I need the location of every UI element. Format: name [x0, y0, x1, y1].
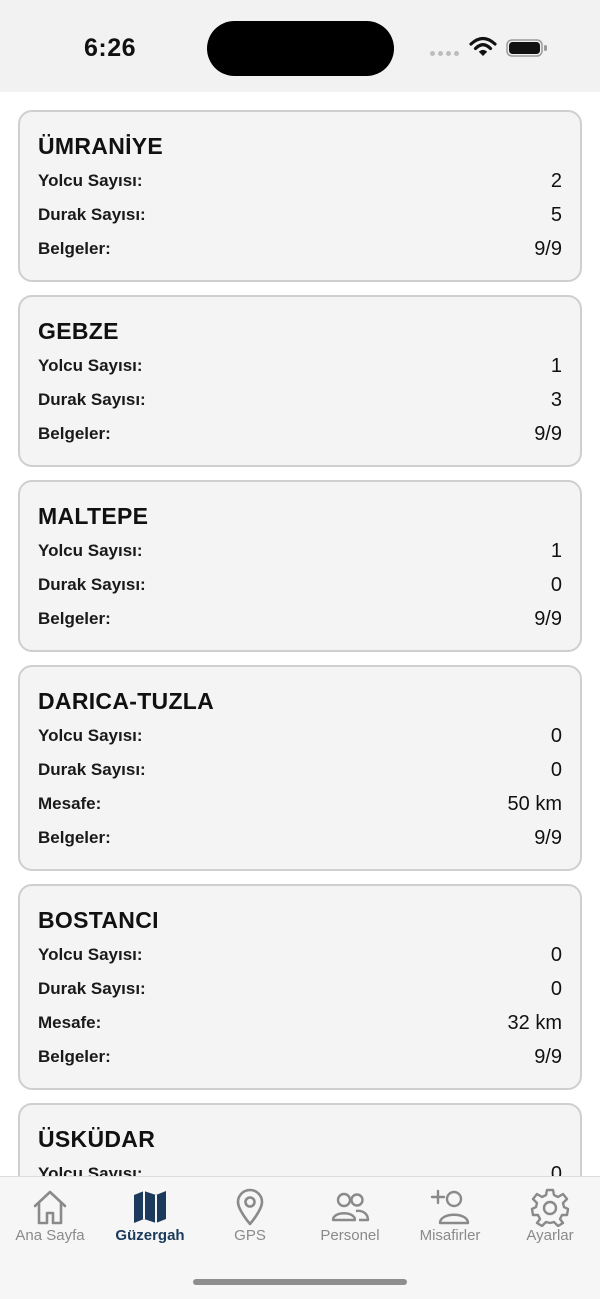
tab-label: Ana Sayfa — [15, 1227, 85, 1244]
detail-value: 9/9 — [534, 1045, 562, 1068]
route-detail-row: Yolcu Sayısı: 0 — [38, 1157, 562, 1177]
route-detail-row: Yolcu Sayısı: 1 — [38, 349, 562, 383]
detail-label: Belgeler: — [38, 239, 111, 258]
detail-label: Belgeler: — [38, 1047, 111, 1066]
detail-label: Yolcu Sayısı: — [38, 541, 143, 560]
detail-label: Durak Sayısı: — [38, 205, 146, 224]
detail-value: 9/9 — [534, 826, 562, 849]
route-name: DARICA-TUZLA — [38, 688, 215, 714]
detail-label: Durak Sayısı: — [38, 390, 146, 409]
route-list-scroll[interactable]: ÜMRANİYE Yolcu Sayısı: 2 Durak Sayısı: 5 Belg… — [0, 92, 600, 1176]
detail-value: 9/9 — [534, 422, 562, 445]
route-detail-row: Belgeler: 9/9 — [38, 1040, 562, 1074]
detail-value: 50 km — [507, 792, 562, 815]
route-detail-row: Mesafe: 50 km — [38, 787, 562, 821]
detail-label: Yolcu Sayısı: — [38, 356, 143, 375]
wifi-icon — [469, 36, 497, 56]
route-card[interactable]: DARICA-TUZLA Yolcu Sayısı: 0 Durak Sayısı: 0… — [18, 665, 582, 871]
route-name: GEBZE — [38, 318, 119, 344]
detail-value: 0 — [550, 758, 562, 781]
detail-label: Belgeler: — [38, 828, 111, 847]
route-detail-row: Yolcu Sayısı: 1 — [38, 534, 562, 568]
route-name: ÜSKÜDAR — [38, 1126, 156, 1152]
detail-label: Yolcu Sayısı: — [38, 1164, 143, 1176]
detail-value: 0 — [550, 1162, 562, 1177]
cellular-signal-icon — [430, 50, 460, 58]
route-detail-row: Yolcu Sayısı: 0 — [38, 938, 562, 972]
home-icon — [33, 1190, 67, 1225]
route-card[interactable]: ÜSKÜDAR Yolcu Sayısı: 0 — [18, 1103, 582, 1176]
location-pin-icon — [236, 1188, 264, 1226]
tab-location-pin[interactable]: GPS — [200, 1177, 300, 1257]
route-detail-row: Mesafe: 32 km — [38, 1006, 562, 1040]
route-card[interactable]: ÜMRANİYE Yolcu Sayısı: 2 Durak Sayısı: 5 Belg… — [18, 110, 582, 282]
route-detail-row: Durak Sayısı: 5 — [38, 198, 562, 232]
detail-value: 1 — [550, 354, 562, 377]
detail-value: 0 — [550, 724, 562, 747]
tab-map[interactable]: Güzergah — [100, 1177, 200, 1257]
tab-label: Güzergah — [115, 1227, 185, 1244]
tab-gear[interactable]: Ayarlar — [500, 1177, 600, 1257]
route-detail-row: Belgeler: 9/9 — [38, 232, 562, 266]
detail-value: 3 — [550, 388, 562, 411]
detail-label: Yolcu Sayısı: — [38, 726, 143, 745]
route-detail-row: Belgeler: 9/9 — [38, 821, 562, 855]
detail-value: 9/9 — [534, 607, 562, 630]
home-indicator[interactable] — [193, 1279, 407, 1285]
battery-icon — [506, 39, 547, 57]
tab-label: GPS — [234, 1227, 266, 1244]
route-detail-row: Belgeler: 9/9 — [38, 602, 562, 636]
tab-label: Ayarlar — [526, 1227, 574, 1244]
detail-label: Belgeler: — [38, 609, 111, 628]
route-card[interactable]: MALTEPE Yolcu Sayısı: 1 Durak Sayısı: 0 Belge… — [18, 480, 582, 652]
route-detail-row: Yolcu Sayısı: 2 — [38, 164, 562, 198]
detail-label: Yolcu Sayısı: — [38, 945, 143, 964]
add-person-icon — [430, 1189, 470, 1225]
route-detail-row: Belgeler: 9/9 — [38, 417, 562, 451]
gear-icon — [530, 1188, 570, 1227]
route-name: BOSTANCI — [38, 907, 159, 933]
detail-label: Mesafe: — [38, 794, 102, 813]
route-detail-row: Durak Sayısı: 3 — [38, 383, 562, 417]
route-detail-row: Durak Sayısı: 0 — [38, 972, 562, 1006]
map-icon — [134, 1191, 166, 1223]
tab-people[interactable]: Personel — [300, 1177, 400, 1257]
status-bar: 6:26 — [0, 0, 600, 92]
detail-value: 9/9 — [534, 237, 562, 260]
detail-label: Durak Sayısı: — [38, 760, 146, 779]
detail-value: 0 — [550, 943, 562, 966]
route-detail-row: Durak Sayısı: 0 — [38, 753, 562, 787]
detail-value: 5 — [550, 203, 562, 226]
status-time: 6:26 — [84, 34, 137, 62]
detail-value: 0 — [550, 573, 562, 596]
route-name: MALTEPE — [38, 503, 149, 529]
route-name: ÜMRANİYE — [38, 133, 164, 159]
people-icon — [331, 1192, 370, 1222]
route-detail-row: Durak Sayısı: 0 — [38, 568, 562, 602]
tab-label: Personel — [320, 1227, 380, 1244]
route-card[interactable]: BOSTANCI Yolcu Sayısı: 0 Durak Sayısı: 0 Mesa… — [18, 884, 582, 1090]
route-detail-row: Yolcu Sayısı: 0 — [38, 719, 562, 753]
tab-home[interactable]: Ana Sayfa — [0, 1177, 100, 1257]
detail-value: 1 — [550, 539, 562, 562]
detail-label: Durak Sayısı: — [38, 979, 146, 998]
detail-label: Yolcu Sayısı: — [38, 171, 143, 190]
route-list: ÜMRANİYE Yolcu Sayısı: 2 Durak Sayısı: 5 Belg… — [18, 110, 582, 1176]
detail-label: Belgeler: — [38, 424, 111, 443]
detail-value: 2 — [550, 169, 562, 192]
tab-label: Misafirler — [419, 1227, 481, 1244]
tab-add-person[interactable]: Misafirler — [400, 1177, 500, 1257]
route-card[interactable]: GEBZE Yolcu Sayısı: 1 Durak Sayısı: 3 Belgele… — [18, 295, 582, 467]
detail-value: 32 km — [507, 1011, 562, 1034]
dynamic-island — [207, 21, 394, 76]
detail-label: Durak Sayısı: — [38, 575, 146, 594]
detail-label: Mesafe: — [38, 1013, 102, 1032]
detail-value: 0 — [550, 977, 562, 1000]
